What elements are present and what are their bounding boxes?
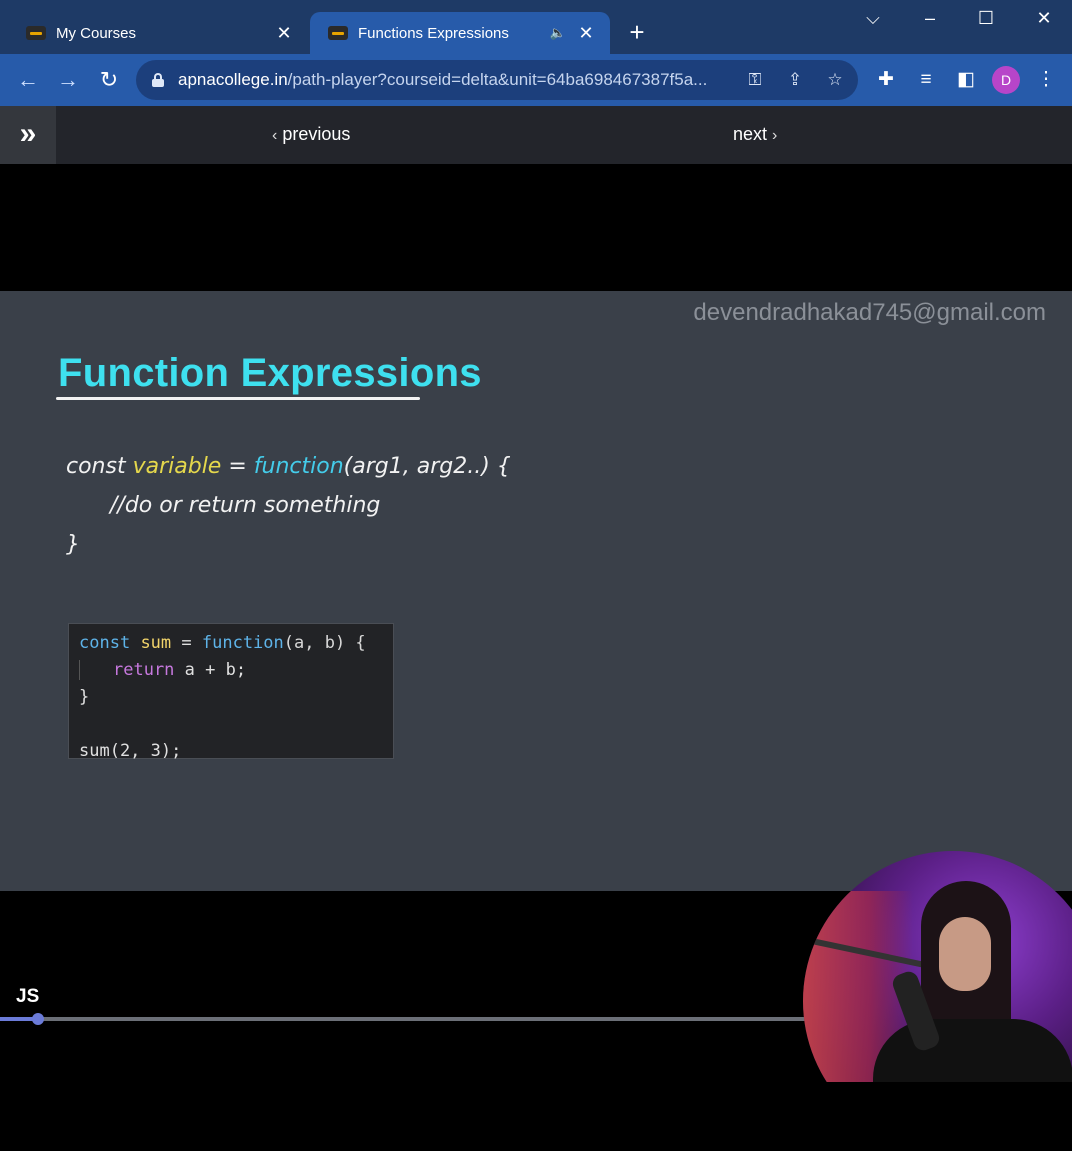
code-line-2: return a + b; <box>79 657 383 684</box>
code-line-1: const sum = function(a, b) { <box>79 633 366 653</box>
extensions-puzzle-icon[interactable]: ✚ <box>872 66 900 94</box>
star-icon[interactable]: ☆ <box>820 70 850 90</box>
syntax-line-2: //do or return something <box>110 493 381 518</box>
media-control-icon[interactable]: ≡ <box>912 66 940 94</box>
address-bar[interactable]: apnacollege.in/path-player?courseid=delt… <box>136 60 858 100</box>
js-logo: JS <box>16 986 40 1007</box>
tab-title: My Courses <box>56 24 137 42</box>
close-icon[interactable]: ✕ <box>274 23 294 44</box>
side-panel-icon[interactable]: ◧ <box>952 66 980 94</box>
presenter-webcam <box>803 851 1072 1082</box>
back-button[interactable]: ← <box>14 66 42 94</box>
tab-title: Functions Expressions <box>358 24 509 42</box>
apnacollege-favicon-icon <box>26 26 46 40</box>
window-close-button[interactable]: ✕ <box>1024 8 1064 29</box>
url-text[interactable]: apnacollege.in/path-player?courseid=delt… <box>178 70 730 90</box>
tab-strip: My Courses ✕ Functions Expressions 🔈 ✕ +… <box>0 0 1072 54</box>
next-button[interactable]: next › <box>733 124 777 145</box>
more-menu-icon[interactable]: ⋮ <box>1032 66 1060 94</box>
expand-sidebar-chevrons-icon[interactable]: » <box>0 106 56 164</box>
video-player[interactable]: devendradhakad745@gmail.com Function Exp… <box>0 164 1072 1082</box>
syntax-block: const variable = function(arg1, arg2..) … <box>66 447 511 564</box>
slide-title: Function Expressions <box>58 351 482 395</box>
speaker-icon[interactable]: 🔈 <box>550 25 566 41</box>
code-line-3: } <box>79 687 90 707</box>
maximize-button[interactable]: ☐ <box>966 8 1006 29</box>
share-icon[interactable]: ⇪ <box>780 70 810 90</box>
key-icon[interactable]: ⚿ <box>740 70 770 90</box>
email-watermark: devendradhakad745@gmail.com <box>693 299 1046 326</box>
browser-toolbar: ← → ↻ apnacollege.in/path-player?coursei… <box>0 54 1072 106</box>
lock-icon[interactable] <box>152 73 164 87</box>
profile-avatar[interactable]: D <box>992 66 1020 94</box>
minimize-button[interactable]: – <box>910 8 950 29</box>
tab-my-courses[interactable]: My Courses ✕ <box>8 12 308 54</box>
syntax-line-3: } <box>66 532 80 557</box>
new-tab-button[interactable]: + <box>622 18 652 48</box>
apnacollege-favicon-icon <box>328 26 348 40</box>
progress-scrubber-handle[interactable] <box>31 1013 44 1025</box>
syntax-line-1: const variable = function(arg1, arg2..) … <box>66 454 511 479</box>
title-underline <box>56 397 420 400</box>
close-icon[interactable]: ✕ <box>576 23 596 44</box>
code-line-5: sum(2, 3); <box>79 741 182 761</box>
chevron-left-icon: ‹ <box>272 127 278 144</box>
previous-button[interactable]: ‹ previous <box>272 124 350 145</box>
tab-search-chevron-icon[interactable]: ⌵ <box>853 8 893 29</box>
course-nav-bar: » ‹ previous next › <box>0 106 1072 164</box>
code-example: const sum = function(a, b) { return a + … <box>68 623 394 761</box>
lecture-slide: devendradhakad745@gmail.com Function Exp… <box>0 291 1072 1025</box>
tab-functions-expressions[interactable]: Functions Expressions 🔈 ✕ <box>310 12 610 54</box>
reload-button[interactable]: ↻ <box>95 66 123 94</box>
forward-button[interactable]: → <box>54 66 82 94</box>
chevron-right-icon: › <box>772 127 778 144</box>
